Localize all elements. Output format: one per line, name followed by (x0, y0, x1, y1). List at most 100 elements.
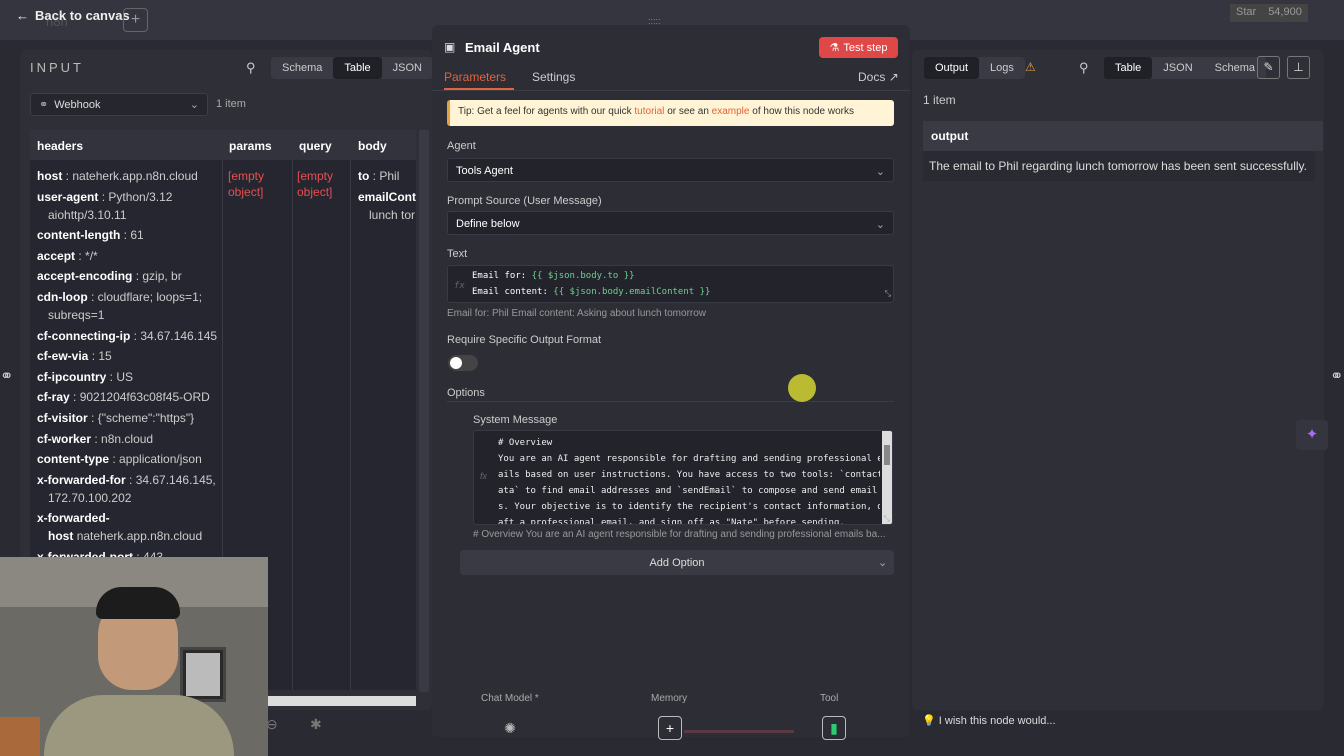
input-table-header: headers params query body (30, 130, 416, 160)
flask-icon: ⚗ (829, 42, 840, 54)
system-message-line: ata` to find email addresses and `sendEm… (498, 486, 878, 496)
external-link-icon: ↗ (888, 70, 899, 84)
body-email-content-value: lunch tor (369, 208, 416, 222)
header-row: content-type : application/json (37, 452, 202, 467)
lightbulb-icon: 💡 (922, 715, 936, 727)
system-message-line: s. Your objective is to identify the rec… (498, 502, 880, 512)
fx-icon: fx (480, 471, 488, 481)
feedback-link[interactable]: 💡 I wish this node would... (922, 714, 1056, 727)
prompt-source-label: Prompt Source (User Message) (447, 195, 602, 207)
star-count: 54,900 (1262, 4, 1308, 22)
search-icon[interactable]: ⚲ (1079, 60, 1089, 76)
google-sheets-icon[interactable]: ▮ (822, 716, 846, 740)
tutorial-link[interactable]: tutorial (634, 106, 664, 117)
system-message-line: You are an AI agent responsible for draf… (498, 454, 880, 464)
scroll-thumb[interactable] (884, 445, 890, 465)
add-node-button[interactable]: + (123, 8, 148, 32)
prompt-source-select[interactable]: Define below ⌄ (447, 211, 894, 235)
mouse-cursor-highlight (788, 374, 816, 402)
header-row: cf-ipcountry : US (37, 369, 134, 384)
column-params: params (229, 139, 272, 153)
header-row-continuation: subreqs=1 (48, 308, 105, 322)
pin-icon[interactable]: ⊥ (1287, 56, 1310, 79)
system-message-line: # Overview (498, 438, 553, 448)
header-row: content-length : 61 (37, 228, 144, 243)
webhook-icon: ⚭ (0, 368, 14, 385)
header-row: cf-connecting-ip : 34.67.146.145 (37, 328, 218, 343)
header-row: cdn-loop : cloudflare; loops=1; (37, 290, 203, 304)
output-view-tabs: Table JSON Schema (1104, 57, 1266, 79)
add-memory-button[interactable]: + (658, 716, 682, 740)
expand-icon[interactable]: ⤡ (884, 514, 890, 524)
fx-icon: fx (454, 281, 465, 291)
agent-label: Agent (447, 140, 476, 152)
tab-settings[interactable]: Settings (532, 70, 575, 84)
tab-table[interactable]: Table (333, 57, 382, 79)
bug-icon[interactable]: ✱ (310, 716, 322, 733)
node-select[interactable]: ⚭ Webhook ⌄ (30, 93, 208, 116)
arrow-left-icon: ← (16, 8, 29, 23)
body-to: to : Phil (358, 169, 400, 183)
prompt-source-value: Define below (456, 218, 520, 230)
edit-icon[interactable]: ✎ (1257, 56, 1280, 79)
test-step-label: Test step (843, 41, 888, 54)
header-row: cf-ray : 9021204f63c08f45-ORD (37, 390, 210, 405)
system-message-line: ails based on user instructions. You hav… (498, 470, 880, 480)
output-column-header: output (923, 121, 1323, 151)
node-title: Email Agent (465, 40, 540, 55)
require-output-toggle[interactable] (448, 355, 478, 371)
tab-table[interactable]: Table (1104, 57, 1153, 79)
back-to-canvas-button[interactable]: ← Back to canvas (16, 8, 130, 23)
star-label: Star (1230, 4, 1263, 22)
tab-output[interactable]: Output (924, 57, 980, 79)
tab-schema[interactable]: Schema (271, 57, 333, 79)
column-headers: headers (37, 139, 84, 153)
tab-json[interactable]: JSON (382, 57, 433, 79)
header-row: x-forwarded- (37, 511, 110, 526)
memory-label: Memory (651, 693, 688, 704)
expand-icon[interactable]: ⤡ (885, 286, 891, 302)
header-row: user-agent : Python/3.12 (37, 189, 173, 204)
system-message-line: aft a professional email, and sign off a… (498, 518, 845, 525)
query-value: [empty object] (297, 169, 334, 199)
webcam-overlay (0, 557, 268, 756)
system-message-text: # Overview You are an AI agent responsibl… (498, 435, 880, 525)
input-panel-title: INPUT (30, 60, 84, 75)
back-label: Back to canvas (35, 8, 130, 23)
output-item-count: 1 item (923, 93, 956, 107)
params-value: [empty object] (228, 169, 265, 199)
node-select-value: Webhook (54, 98, 101, 111)
agent-select-value: Tools Agent (456, 165, 513, 177)
tab-divider (432, 90, 910, 91)
input-item-count: 1 item (216, 98, 246, 110)
tab-json[interactable]: JSON (1152, 57, 1203, 79)
chevron-down-icon: ⌄ (878, 557, 888, 569)
column-divider (292, 160, 293, 690)
header-row-continuation: 172.70.100.202 (48, 490, 132, 505)
example-link[interactable]: example (712, 106, 750, 117)
column-divider (350, 160, 351, 690)
tool-label: Tool (820, 693, 839, 704)
tab-logs[interactable]: Logs (979, 57, 1025, 79)
openai-icon[interactable]: ✺ (498, 716, 522, 740)
docs-link[interactable]: Docs ↗ (858, 70, 899, 84)
add-option-button[interactable]: Add Option (460, 550, 894, 575)
horizontal-scrollbar[interactable] (268, 696, 416, 706)
header-row: x-forwarded-for : 34.67.146.145, (37, 472, 216, 487)
ai-assistant-icon[interactable]: ✦ (1296, 420, 1328, 450)
node-modal (432, 25, 910, 737)
header-row: accept-encoding : gzip, br (37, 269, 182, 284)
agent-select[interactable]: Tools Agent ⌄ (447, 158, 894, 182)
search-icon[interactable]: ⚲ (246, 60, 256, 76)
vertical-scrollbar[interactable] (419, 130, 429, 692)
tab-parameters[interactable]: Parameters (444, 70, 506, 84)
github-star-button[interactable]: Star 54,900 (1230, 4, 1308, 22)
system-message-preview: # Overview You are an AI agent responsib… (473, 529, 886, 540)
person-hair (96, 587, 180, 619)
robot-icon: ▣ (444, 40, 456, 54)
header-row: cf-visitor : {"scheme":"https"} (37, 411, 195, 425)
system-message-label: System Message (473, 414, 558, 426)
test-step-button[interactable]: ⚗ Test step (819, 37, 898, 58)
system-message-editor[interactable]: fx # Overview You are an AI agent respons… (473, 430, 893, 525)
text-expression-editor[interactable]: fx Email for: {{ $json.body.to }} Email … (447, 265, 894, 303)
